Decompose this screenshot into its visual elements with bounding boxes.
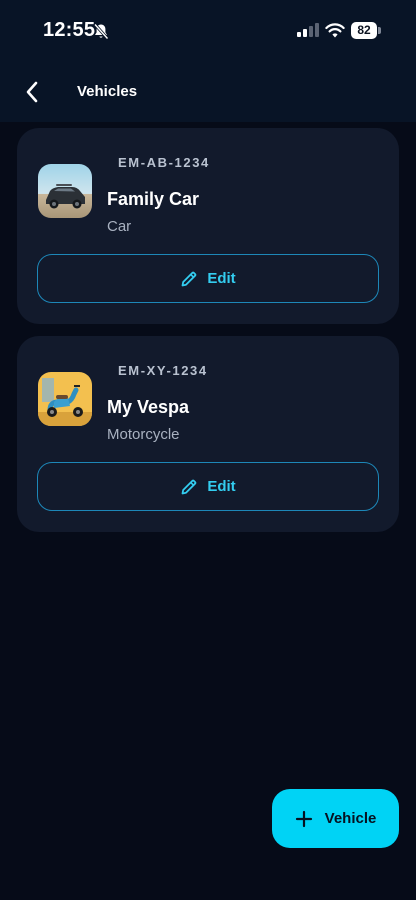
battery-icon: 82 — [351, 22, 381, 39]
scooter-photo — [38, 372, 92, 426]
cellular-signal-icon — [297, 23, 319, 37]
app-header: 12:55 82 Vehicles — [0, 0, 416, 122]
chevron-left-icon — [26, 81, 38, 103]
add-vehicle-label: Vehicle — [324, 810, 377, 827]
vehicle-type: Car — [107, 218, 132, 235]
page-title: Vehicles — [77, 83, 138, 100]
vehicle-type: Motorcycle — [107, 426, 180, 443]
car-photo — [38, 164, 92, 218]
pencil-icon — [181, 479, 197, 494]
wifi-icon — [325, 23, 345, 38]
vehicle-card[interactable]: EM-XY-1234 My Vespa Motorcycle Edit — [17, 336, 399, 532]
edit-button[interactable]: Edit — [37, 254, 379, 303]
status-bar: 12:55 82 — [0, 0, 416, 60]
back-button[interactable] — [18, 78, 46, 106]
vehicle-name: Family Car — [107, 189, 200, 209]
pencil-icon — [181, 271, 197, 286]
status-time: 12:55 — [43, 19, 96, 41]
edit-button-label: Edit — [207, 478, 236, 495]
plus-icon — [295, 810, 312, 827]
vehicle-card[interactable]: EM-AB-1234 Family Car Car Edit — [17, 128, 399, 324]
add-vehicle-button[interactable]: Vehicle — [272, 789, 399, 848]
edit-button[interactable]: Edit — [37, 462, 379, 511]
battery-level: 82 — [351, 22, 377, 39]
vehicle-name: My Vespa — [107, 397, 190, 417]
license-plate: EM-XY-1234 — [118, 363, 208, 378]
license-plate: EM-AB-1234 — [118, 155, 210, 170]
bell-slash-icon — [93, 23, 109, 40]
vehicle-thumbnail — [38, 164, 92, 218]
vehicle-thumbnail — [38, 372, 92, 426]
battery-tip — [378, 27, 381, 34]
edit-button-label: Edit — [207, 270, 236, 287]
